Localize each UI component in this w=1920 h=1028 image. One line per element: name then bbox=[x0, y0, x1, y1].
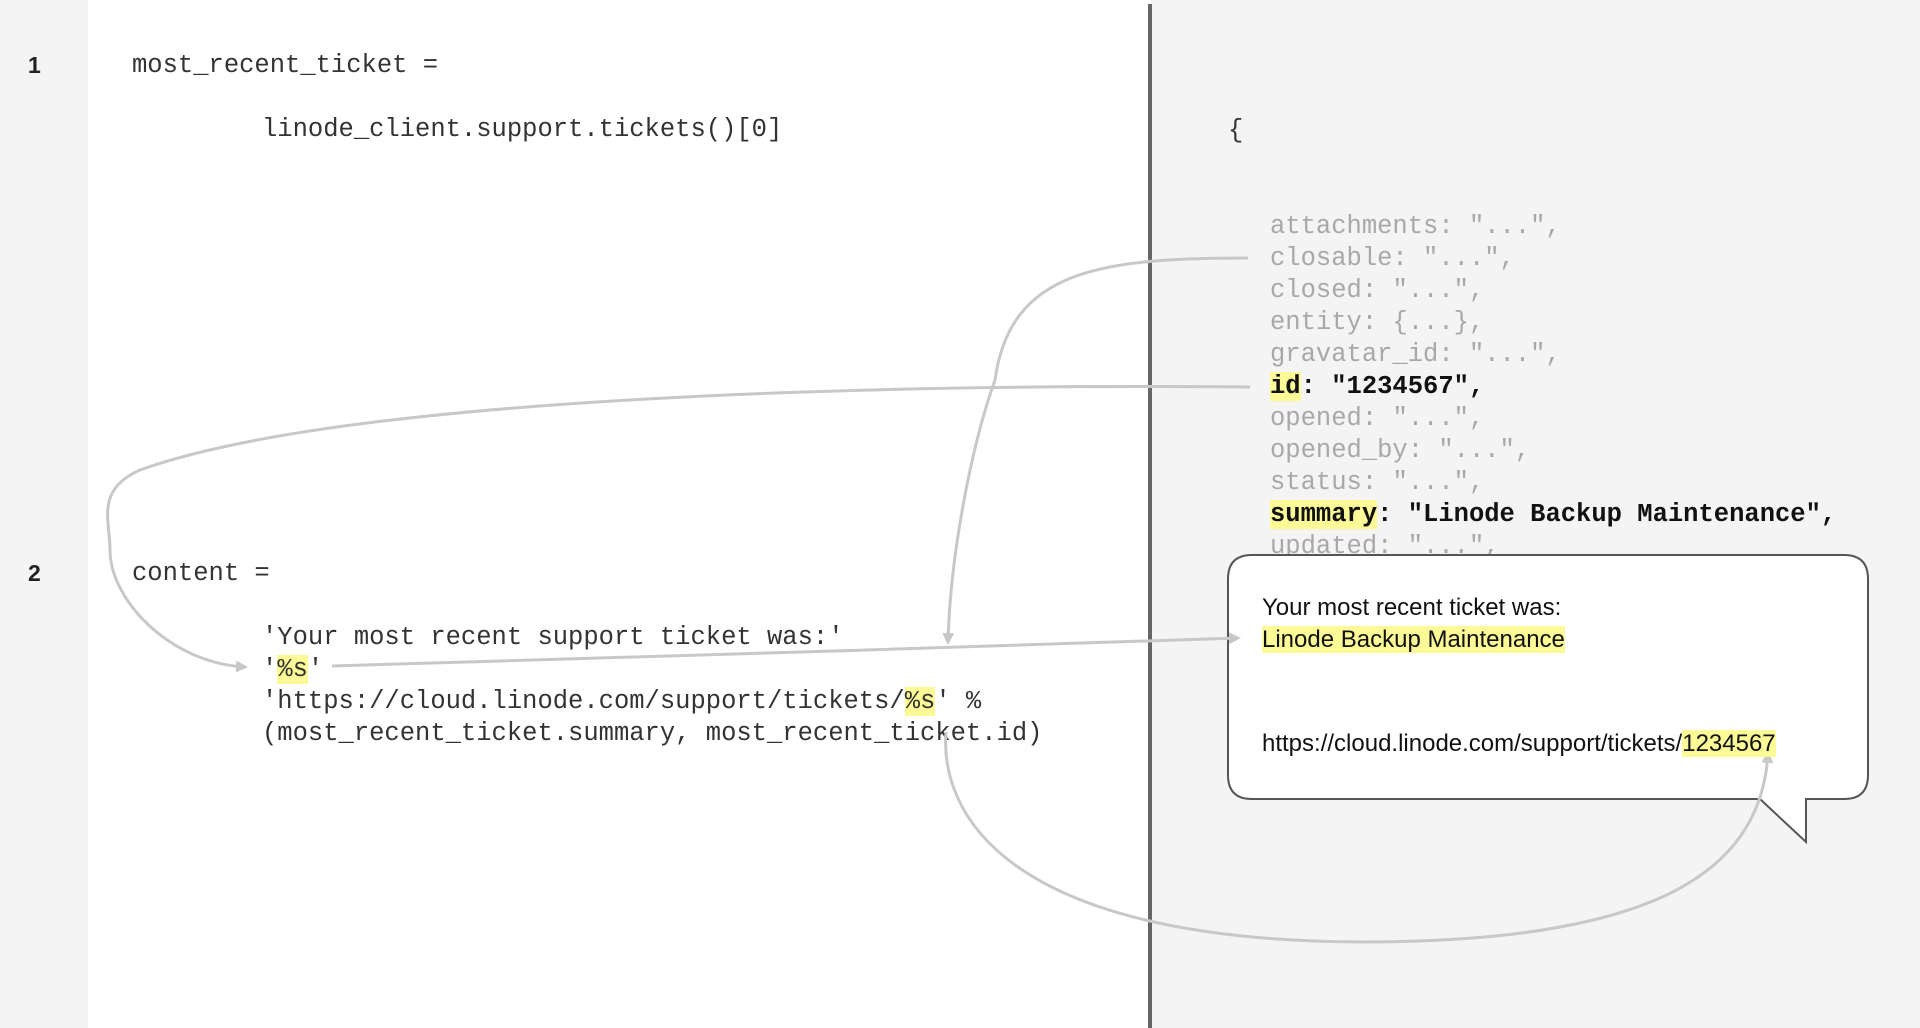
message-url-prefix: https://cloud.linode.com/support/tickets… bbox=[1262, 730, 1683, 757]
message-line-2: Linode Backup Maintenance bbox=[1262, 626, 1565, 654]
message-line-1: Your most recent ticket was: bbox=[1262, 594, 1562, 621]
arrow-placeholder-to-message bbox=[331, 632, 1241, 668]
arrow-id-to-placeholder bbox=[942, 256, 1249, 645]
arrow-summary-to-placeholder bbox=[106, 385, 1251, 673]
message-url: https://cloud.linode.com/support/tickets… bbox=[1262, 730, 1776, 758]
diagram-overlay bbox=[106, 256, 1869, 944]
message-summary: Linode Backup Maintenance bbox=[1262, 626, 1565, 653]
message-ticket-id: 1234567 bbox=[1682, 730, 1776, 757]
